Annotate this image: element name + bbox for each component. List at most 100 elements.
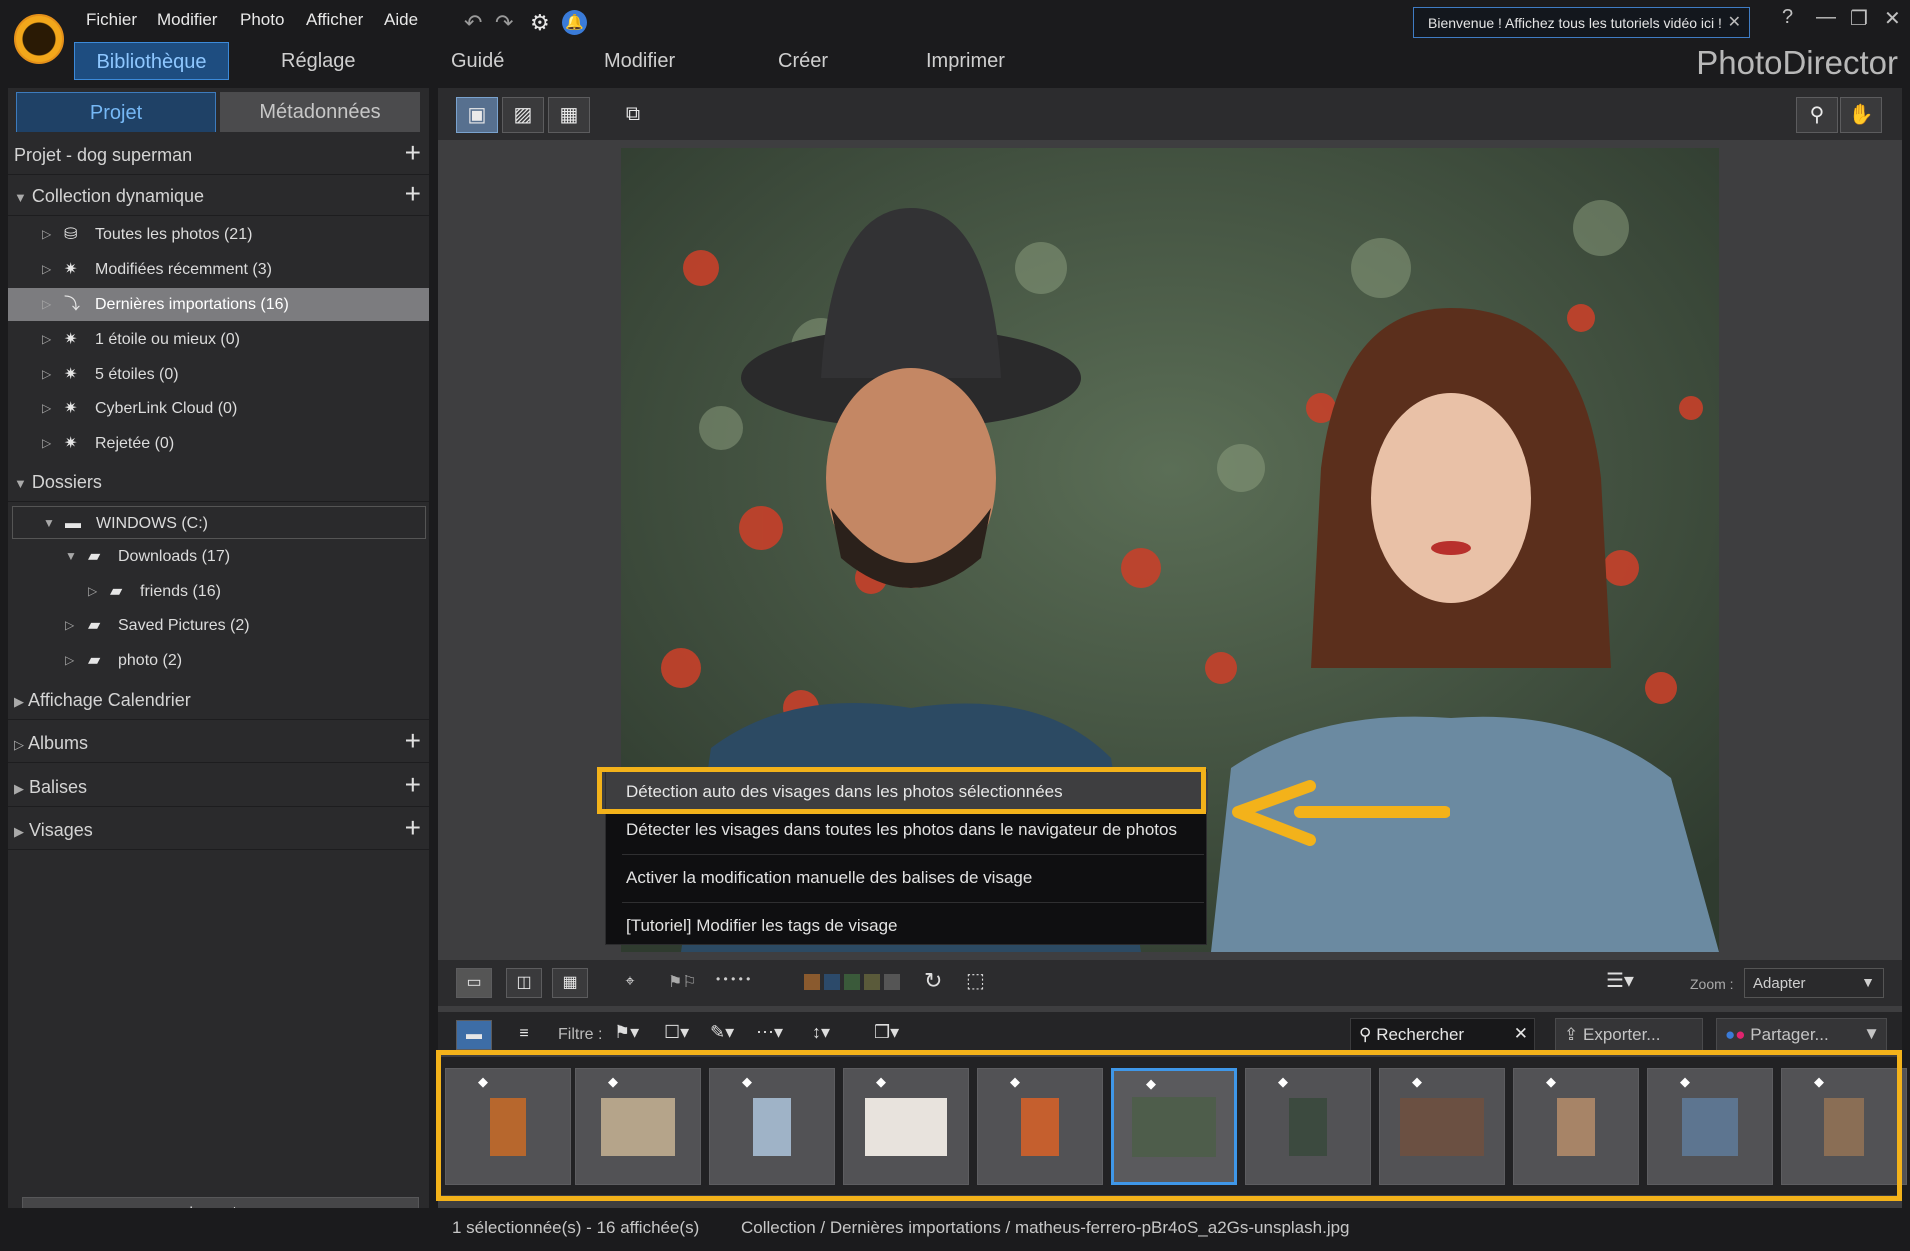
sidebar-item-cinq-etoiles[interactable]: ▷ ✷ 5 étoiles (0) (8, 358, 429, 391)
menu-afficher[interactable]: Afficher (306, 10, 363, 30)
face-tag-icon[interactable]: ⌖ (612, 968, 648, 998)
sidebar-item-toutes-photos[interactable]: ▷ ⛁ Toutes les photos (21) (8, 218, 429, 251)
undo-icon[interactable]: ↶ (464, 10, 482, 36)
list-view-icon[interactable]: ≡ (506, 1020, 542, 1050)
tab-reglage[interactable]: Réglage (281, 42, 356, 80)
zoom-icon[interactable]: ⚲ (1796, 97, 1838, 133)
close-icon[interactable]: ✕ (1728, 12, 1741, 32)
sort-menu-icon[interactable]: ☰▾ (1606, 968, 1634, 993)
color-label-blue[interactable] (824, 974, 840, 990)
expand-icon[interactable]: ▷ (42, 218, 51, 251)
tab-imprimer[interactable]: Imprimer (926, 42, 1005, 80)
hand-icon[interactable]: ✋ (1840, 97, 1882, 133)
search-placeholder: Rechercher (1376, 1025, 1465, 1044)
expand-icon[interactable]: ▷ (42, 288, 51, 321)
color-label-brown[interactable] (804, 974, 820, 990)
menu-item-detect-all[interactable]: Détecter les visages dans toutes les pho… (606, 815, 1208, 845)
tab-projet[interactable]: Projet (16, 92, 216, 132)
tab-creer[interactable]: Créer (778, 42, 828, 80)
view-single-icon[interactable]: ▨ (502, 97, 544, 133)
zoom-dropdown[interactable]: Adapter ▼ (1744, 968, 1884, 998)
folder-item-friends[interactable]: ▷ ▰ friends (16) (8, 575, 429, 608)
folder-item-saved-pictures[interactable]: ▷ ▰ Saved Pictures (2) (8, 609, 429, 642)
expand-icon[interactable]: ▷ (42, 427, 51, 460)
menu-fichier[interactable]: Fichier (86, 10, 137, 30)
expand-icon[interactable]: ▷ (65, 644, 74, 677)
single-view-icon[interactable]: ▭ (456, 968, 492, 998)
share-button[interactable]: ●● Partager... ▼ (1716, 1018, 1887, 1052)
tab-guide[interactable]: Guidé (451, 42, 504, 80)
sort-icon[interactable]: ↕▾ (812, 1022, 830, 1043)
settings-icon[interactable]: ⚙ (530, 10, 550, 36)
add-tag-icon[interactable]: + (405, 767, 421, 803)
label-filter-icon[interactable]: ☐▾ (664, 1022, 689, 1043)
tags-header[interactable]: ▶ Balises + (8, 767, 429, 807)
dynamic-collection-header[interactable]: ▼ Collection dynamique + (8, 176, 429, 216)
calendar-header[interactable]: ▶ Affichage Calendrier (8, 680, 429, 720)
stack-icon[interactable]: ❒▾ (874, 1022, 899, 1043)
expand-icon[interactable]: ▷ (42, 358, 51, 391)
color-label-green[interactable] (844, 974, 860, 990)
albums-header[interactable]: ▷ Albums + (8, 723, 429, 763)
menu-modifier[interactable]: Modifier (157, 10, 217, 30)
add-face-icon[interactable]: + (405, 810, 421, 846)
folders-header[interactable]: ▼ Dossiers (8, 462, 429, 502)
expand-icon[interactable]: ▷ (42, 392, 51, 425)
redo-icon[interactable]: ↷ (495, 10, 513, 36)
add-collection-icon[interactable]: + (405, 176, 421, 212)
sidebar-item-une-etoile[interactable]: ▷ ✷ 1 étoile ou mieux (0) (8, 323, 429, 356)
folder-item-photo[interactable]: ▷ ▰ photo (2) (8, 644, 429, 677)
faces-header[interactable]: ▶ Visages + (8, 810, 429, 850)
split-view-icon[interactable]: ◫ (506, 968, 542, 998)
chevron-down-icon[interactable]: ▼ (65, 540, 77, 573)
filmstrip-view-icon[interactable]: ▬ (456, 1020, 492, 1050)
folder-item-windows[interactable]: ▼ ▬ WINDOWS (C:) (12, 506, 426, 539)
sidebar-item-cyberlink-cloud[interactable]: ▷ ✷ CyberLink Cloud (0) (8, 392, 429, 425)
search-input[interactable]: ⚲ Rechercher ✕ (1350, 1018, 1535, 1052)
expand-icon[interactable]: ▷ (65, 609, 74, 642)
sidebar-item-modifiees[interactable]: ▷ ✷ Modifiées récemment (3) (8, 253, 429, 286)
multi-view-icon[interactable]: ▦ (552, 968, 588, 998)
menu-photo[interactable]: Photo (240, 10, 284, 30)
add-project-icon[interactable]: + (405, 135, 421, 171)
export-button[interactable]: ⇪ Exporter... (1555, 1018, 1703, 1052)
sidebar-item-dernieres-importations[interactable]: ▷ ⤵ Dernières importations (16) (8, 288, 429, 321)
flag-icon[interactable]: ⚑⚐ (668, 972, 697, 992)
menu-item-manual-tags[interactable]: Activer la modification manuelle des bal… (606, 863, 1208, 893)
expand-icon[interactable]: ▷ (42, 253, 51, 286)
flag-filter-icon[interactable]: ⚑▾ (614, 1022, 639, 1043)
help-icon[interactable]: ? (1782, 6, 1793, 29)
more-filter-icon[interactable]: ⋯▾ (756, 1022, 783, 1043)
tab-bibliotheque[interactable]: Bibliothèque (74, 42, 229, 80)
expand-icon[interactable]: ▷ (42, 323, 51, 356)
menu-aide[interactable]: Aide (384, 10, 418, 30)
crop-icon[interactable]: ⬚ (966, 968, 985, 993)
chevron-down-icon[interactable]: ▼ (1863, 1024, 1880, 1044)
tab-metadonnees[interactable]: Métadonnées (220, 92, 420, 132)
minimize-icon[interactable]: — (1816, 6, 1836, 29)
bell-icon[interactable]: 🔔 (562, 10, 587, 35)
color-label-gray[interactable] (884, 974, 900, 990)
color-label-olive[interactable] (864, 974, 880, 990)
tab-modifier[interactable]: Modifier (604, 42, 675, 80)
welcome-banner[interactable]: Bienvenue ! Affichez tous les tutoriels … (1413, 7, 1750, 38)
rating-dots[interactable]: • • • • • (716, 972, 750, 986)
clear-search-icon[interactable]: ✕ (1514, 1024, 1528, 1044)
export-label: Exporter... (1582, 1025, 1661, 1044)
edit-filter-icon[interactable]: ✎▾ (710, 1022, 734, 1043)
smart-collection-icon: ✷ (64, 366, 78, 383)
menu-item-tutorial[interactable]: [Tutoriel] Modifier les tags de visage (606, 911, 1208, 941)
smart-collection-icon: ✷ (64, 435, 78, 452)
sidebar-item-label: Modifiées récemment (3) (95, 261, 272, 278)
rotate-icon[interactable]: ↻ (924, 968, 942, 994)
sidebar-item-rejetee[interactable]: ▷ ✷ Rejetée (0) (8, 427, 429, 460)
view-browser-icon[interactable]: ▣ (456, 97, 498, 133)
compare-icon[interactable]: ⧉ (612, 97, 654, 133)
restore-icon[interactable]: ❐ (1850, 6, 1868, 31)
view-grid-icon[interactable]: ▦ (548, 97, 590, 133)
folder-item-downloads[interactable]: ▼ ▰ Downloads (17) (8, 540, 429, 573)
add-album-icon[interactable]: + (405, 723, 421, 759)
close-icon[interactable]: ✕ (1884, 6, 1901, 31)
chevron-down-icon[interactable]: ▼ (43, 507, 55, 540)
expand-icon[interactable]: ▷ (88, 575, 97, 608)
